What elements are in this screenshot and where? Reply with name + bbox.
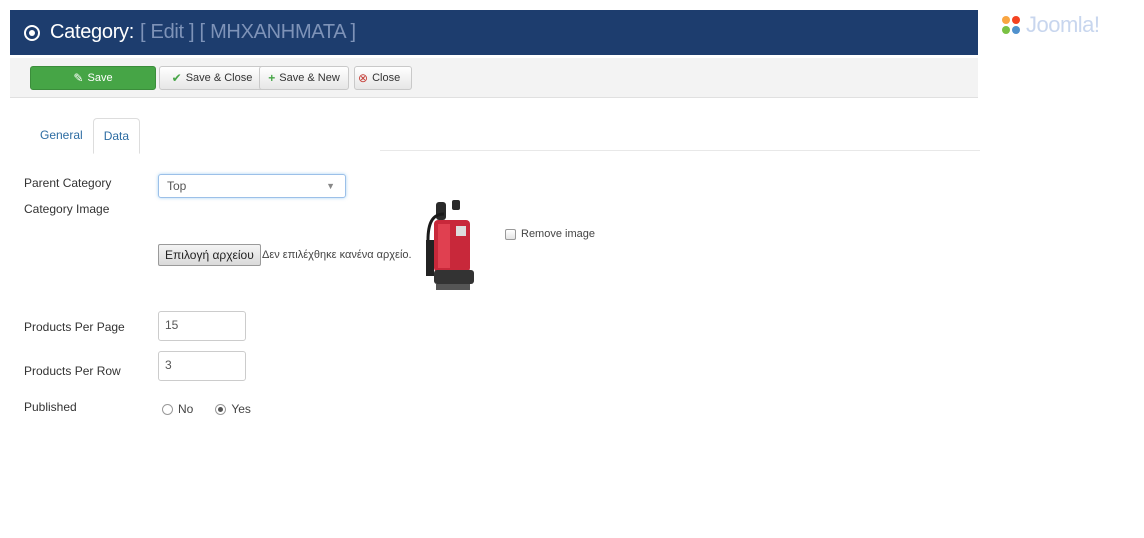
category-image-label: Category Image <box>24 202 110 216</box>
published-label: Published <box>24 400 77 414</box>
save-new-button[interactable]: + Save & New <box>259 66 349 90</box>
products-per-row-input[interactable]: 3 <box>158 351 246 381</box>
brand: Joomla! <box>1000 12 1100 38</box>
products-per-page-label: Products Per Page <box>24 320 125 334</box>
category-image-preview <box>426 200 474 290</box>
title-bar: Category: [ Edit ] [ ΜΗΧΑΝΗΜΑΤΑ ] <box>10 10 978 55</box>
parent-category-label: Parent Category <box>24 176 112 190</box>
page-title: Category: <box>50 21 135 43</box>
close-circle-icon: ⊗ <box>358 71 369 85</box>
save-button-label: Save <box>87 72 113 84</box>
save-new-button-label: Save & New <box>279 72 340 84</box>
parent-category-value: Top <box>167 179 187 193</box>
joomla-logo-icon <box>1002 16 1020 34</box>
tab-bar: General Data <box>30 118 141 154</box>
close-button-label: Close <box>372 72 401 84</box>
file-status-text: Δεν επιλέχθηκε κανένα αρχείο. <box>262 249 412 261</box>
check-icon: ✔ <box>171 71 182 85</box>
remove-image-label: Remove image <box>521 228 595 240</box>
published-radio-group: No Yes <box>162 402 251 416</box>
tab-general[interactable]: General <box>30 118 93 154</box>
page-subtitle: [ Edit ] [ ΜΗΧΑΝΗΜΑΤΑ ] <box>140 21 356 43</box>
tab-data[interactable]: Data <box>92 118 141 154</box>
save-close-button-label: Save & Close <box>185 72 253 84</box>
save-button[interactable]: ✎ Save <box>30 66 156 90</box>
chevron-down-icon: ▼ <box>326 181 335 191</box>
category-edit-page: Category: [ Edit ] [ ΜΗΧΑΝΗΜΑΤΑ ] Joomla… <box>0 0 1144 538</box>
edit-icon: ✎ <box>73 71 84 85</box>
tab-divider <box>380 150 980 151</box>
brand-name: Joomla! <box>1026 12 1100 37</box>
published-yes-radio[interactable] <box>215 403 227 415</box>
published-no-radio[interactable] <box>162 403 173 415</box>
products-per-row-label: Products Per Row <box>24 364 121 378</box>
target-icon <box>24 24 40 41</box>
toolbar: ✎ Save ✔ Save & Close + Save & New ⊗ Clo… <box>10 58 978 98</box>
choose-file-button[interactable]: Επιλογή αρχείου <box>158 244 261 266</box>
products-per-page-input[interactable]: 15 <box>158 311 246 341</box>
close-button[interactable]: ⊗ Close <box>354 66 412 90</box>
parent-category-select[interactable]: Top ▼ <box>158 174 346 198</box>
remove-image-checkbox[interactable] <box>505 228 516 240</box>
published-yes-label: Yes <box>231 402 251 416</box>
save-close-button[interactable]: ✔ Save & Close <box>159 66 265 90</box>
plus-icon: + <box>268 71 276 85</box>
published-no-label: No <box>178 402 194 416</box>
remove-image-option[interactable]: Remove image <box>505 228 595 240</box>
